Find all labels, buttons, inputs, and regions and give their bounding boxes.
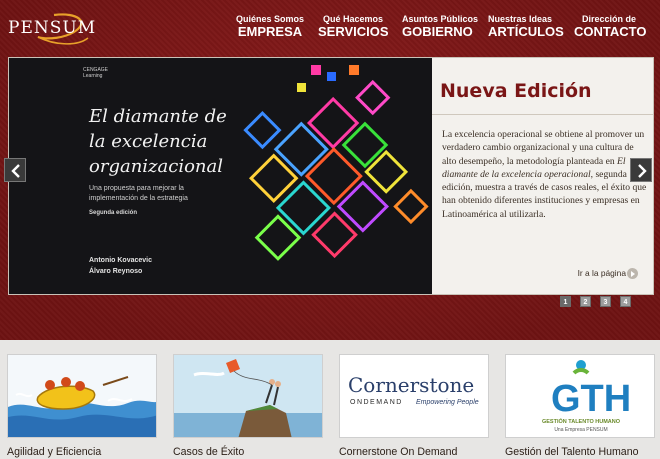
nav-empresa[interactable]: Quiénes Somos EMPRESA <box>236 14 304 40</box>
card-agilidad-label: Agilidad y Eficiencia <box>7 446 102 458</box>
publisher-mark: CENGAGE Learning <box>83 67 108 79</box>
kite-cliff-image <box>173 354 323 438</box>
slider-prev-button[interactable] <box>4 158 26 182</box>
gth-logo: GTH GESTIÓN TALENTO HUMANO Una Empresa P… <box>505 354 655 438</box>
book-edition: Segunda edición <box>89 210 138 216</box>
book-authors: Antonio Kovacevic Álvaro Reynoso <box>89 255 152 277</box>
slide-description-part1: La excelencia operacional se obtiene al … <box>442 129 645 167</box>
pager-dot-3[interactable]: 3 <box>600 296 611 307</box>
cornerstone-logo-right: Empowering People <box>416 399 479 406</box>
nav-gobierno-label: GOBIERNO <box>402 24 473 39</box>
nav-servicios-label: SERVICIOS <box>318 24 389 39</box>
card-cornerstone-label: Cornerstone On Demand <box>339 446 458 458</box>
nav-gobierno[interactable]: Asuntos Públicos GOBIERNO <box>402 14 479 40</box>
card-gestion-talento[interactable]: GTH GESTIÓN TALENTO HUMANO Una Empresa P… <box>505 354 655 458</box>
nav-contacto-caption: Dirección de <box>581 14 637 24</box>
pager-dot-2[interactable]: 2 <box>580 296 591 307</box>
publisher-line2: Learning <box>83 73 103 79</box>
main-nav: Quiénes Somos EMPRESA Qué Hacemos SERVIC… <box>236 14 650 44</box>
slide-heading: Nueva Edición <box>440 80 592 102</box>
book-author-1: Antonio Kovacevic <box>89 257 153 264</box>
gth-sub: Una Empresa PENSUM <box>554 427 607 433</box>
nav-empresa-label: EMPRESA <box>237 24 303 39</box>
slide-divider <box>432 114 653 115</box>
gth-letter-mark: GTH GESTIÓN TALENTO HUMANO Una Empresa P… <box>542 360 631 433</box>
gth-caption: GESTIÓN TALENTO HUMANO <box>542 417 621 425</box>
nav-articulos[interactable]: Nuestras Ideas ARTÍCULOS <box>488 14 564 40</box>
nav-empresa-caption: Quiénes Somos <box>236 14 305 24</box>
card-casos-exito[interactable]: Casos de Éxito <box>173 354 323 458</box>
nav-servicios-caption: Qué Hacemos <box>322 14 384 24</box>
arrow-right-icon[interactable] <box>627 268 638 279</box>
cornerstone-logo-left: ONDEMAND <box>350 399 403 406</box>
pager-dot-4[interactable]: 4 <box>620 296 631 307</box>
cornerstone-logo: Cornerstone ONDEMAND Empowering People <box>339 354 489 438</box>
logo-text: PENSUM <box>8 18 97 38</box>
chevron-right-icon <box>638 164 647 178</box>
slide-info-panel: Nueva Edición La excelencia operacional … <box>432 58 653 294</box>
nav-articulos-label: ARTÍCULOS <box>488 24 564 39</box>
diamond-art-illustration <box>243 65 429 261</box>
nav-articulos-caption: Nuestras Ideas <box>488 14 553 24</box>
gth-letters: GTH <box>551 378 631 420</box>
featured-slider: CENGAGE Learning El diamante de la excel… <box>8 57 654 295</box>
card-cornerstone[interactable]: Cornerstone ONDEMAND Empowering People C… <box>339 354 489 458</box>
book-cover-image[interactable]: CENGAGE Learning El diamante de la excel… <box>9 58 432 294</box>
go-to-page-link[interactable]: Ir a la página <box>578 268 626 278</box>
chevron-left-icon <box>11 164 20 178</box>
nav-gobierno-caption: Asuntos Públicos <box>402 14 479 24</box>
pager-dot-1[interactable]: 1 <box>560 296 571 307</box>
card-casos-exito-label: Casos de Éxito <box>173 446 245 458</box>
pensum-logo[interactable]: PENSUM <box>8 10 100 45</box>
header-banner: PENSUM Quiénes Somos EMPRESA Qué Hacemos… <box>0 0 660 340</box>
slider-next-button[interactable] <box>630 158 652 182</box>
rafting-image <box>7 354 157 438</box>
nav-servicios[interactable]: Qué Hacemos SERVICIOS <box>318 14 389 40</box>
nav-contacto[interactable]: Dirección de CONTACTO <box>574 14 647 40</box>
card-agilidad[interactable]: Agilidad y Eficiencia <box>7 354 157 458</box>
slide-description: La excelencia operacional se obtiene al … <box>442 128 648 221</box>
card-gestion-talento-label: Gestión del Talento Humano <box>505 446 639 458</box>
feature-cards: Agilidad y Eficiencia Casos de Éxito Cor… <box>0 340 660 459</box>
cornerstone-logo-main: Cornerstone <box>348 373 475 397</box>
nav-contacto-label: CONTACTO <box>574 24 647 39</box>
book-author-2: Álvaro Reynoso <box>89 268 143 275</box>
